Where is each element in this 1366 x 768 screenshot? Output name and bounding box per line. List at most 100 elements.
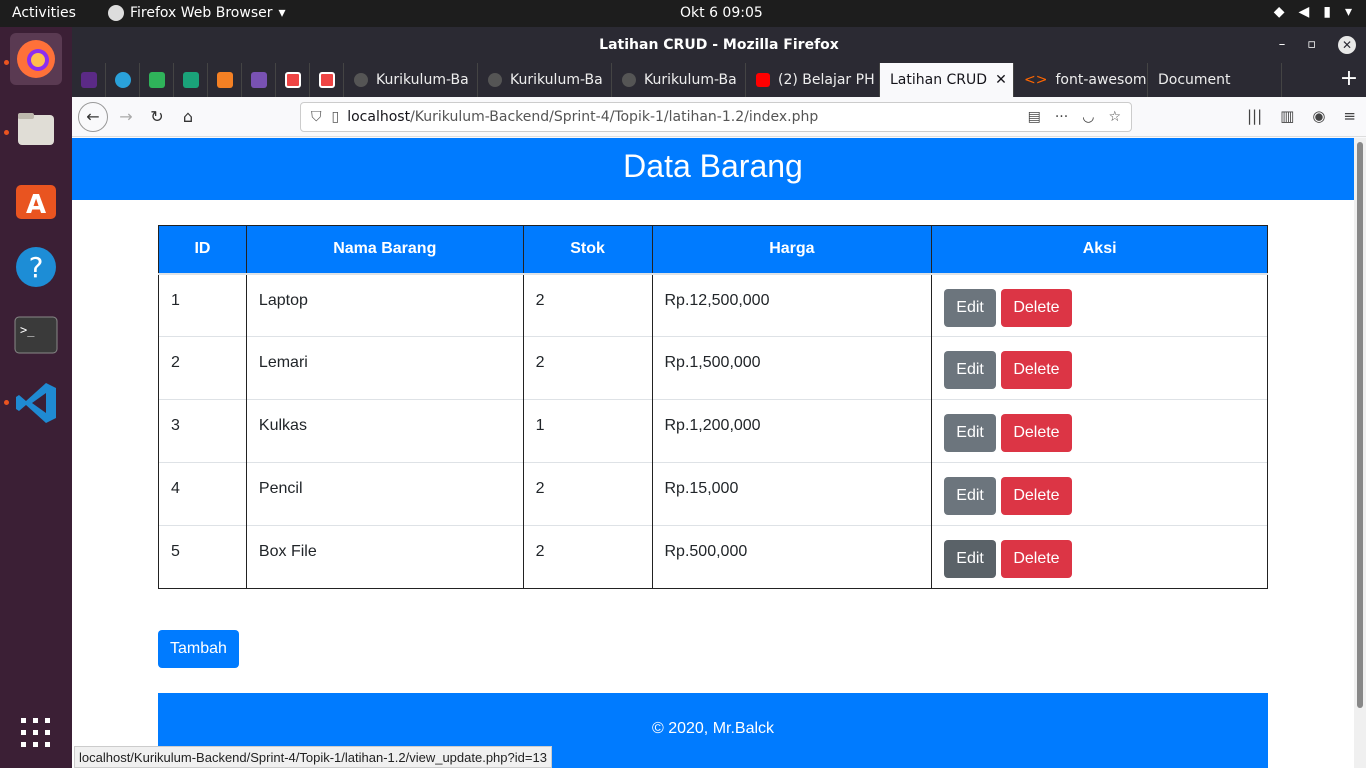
cell-harga: Rp.15,000: [651, 462, 933, 526]
cell-harga: Rp.12,500,000: [651, 273, 933, 337]
bookmark-star-icon[interactable]: ☆: [1108, 109, 1121, 125]
svg-text:>_: >_: [20, 323, 35, 337]
dock-software[interactable]: A: [10, 173, 62, 225]
pinned-tab[interactable]: [208, 63, 242, 97]
delete-button[interactable]: Delete: [1001, 477, 1072, 515]
dock-terminal[interactable]: >_: [10, 309, 62, 361]
tab-bar: Kurikulum-Ba Kurikulum-Ba Kurikulum-Ba (…: [72, 63, 1366, 97]
column-header: Aksi: [931, 225, 1268, 275]
pinned-tab[interactable]: [174, 63, 208, 97]
site-favicon-icon: [318, 72, 335, 88]
add-item-button[interactable]: Tambah: [158, 630, 239, 668]
close-tab-icon[interactable]: ✕: [995, 72, 1007, 88]
items-table: ID Nama Barang Stok Harga Aksi 1 Laptop …: [158, 225, 1268, 589]
files-icon: [18, 113, 54, 145]
table-row: 4 Pencil 2 Rp.15,000 Edit Delete: [158, 462, 1268, 526]
window-titlebar[interactable]: Latihan CRUD - Mozilla Firefox – ▫ ✕: [72, 27, 1366, 63]
edit-button[interactable]: Edit: [944, 414, 996, 452]
svg-text:A: A: [26, 190, 46, 220]
tab[interactable]: Kurikulum-Ba: [344, 63, 478, 97]
minimize-button[interactable]: –: [1279, 27, 1286, 63]
sidebar-icon[interactable]: ▥: [1280, 107, 1294, 125]
reader-view-icon[interactable]: ▤: [1028, 109, 1041, 125]
new-tab-button[interactable]: +: [1332, 63, 1366, 97]
menu-icon[interactable]: ≡: [1343, 107, 1356, 125]
pinned-tab[interactable]: [106, 63, 140, 97]
pinned-tab[interactable]: [242, 63, 276, 97]
delete-button[interactable]: Delete: [1001, 540, 1072, 578]
tab-label: font-awesome: [1055, 72, 1148, 88]
back-button[interactable]: ←: [78, 102, 108, 132]
dock-firefox[interactable]: [10, 33, 62, 85]
cell-harga: Rp.1,500,000: [651, 336, 933, 400]
edit-button[interactable]: Edit: [944, 540, 996, 578]
table-header-row: ID Nama Barang Stok Harga Aksi: [158, 225, 1268, 275]
navigation-toolbar: ← → ↻ ⌂ ⛉ ▯ localhost/Kurikulum-Backend/…: [72, 97, 1366, 137]
tab[interactable]: Document: [1148, 63, 1282, 97]
github-icon: [488, 73, 502, 87]
reload-button[interactable]: ↻: [143, 103, 171, 131]
show-applications-button[interactable]: [10, 707, 62, 759]
tab-label: Kurikulum-Ba: [644, 72, 737, 88]
more-actions-icon[interactable]: ···: [1055, 109, 1068, 125]
pinned-tab[interactable]: [140, 63, 174, 97]
cell-id: 4: [158, 462, 247, 526]
pinned-tab[interactable]: [276, 63, 310, 97]
running-indicator: [4, 130, 9, 135]
cell-aksi: Edit Delete: [931, 462, 1268, 526]
cell-nama: Box File: [245, 525, 524, 589]
svg-text:?: ?: [29, 251, 44, 284]
footer-text: © 2020, Mr.Balck: [651, 720, 775, 737]
dock-help[interactable]: ?: [10, 241, 62, 293]
tab-active[interactable]: Latihan CRUD ✕: [880, 63, 1014, 97]
edit-button[interactable]: Edit: [944, 477, 996, 515]
cell-stok: 2: [522, 462, 653, 526]
cell-stok: 1: [522, 399, 653, 463]
battery-icon: ▮: [1323, 4, 1331, 20]
tab[interactable]: <> font-awesome: [1014, 63, 1148, 97]
page-icon: ▯: [331, 109, 340, 125]
app-menu[interactable]: Firefox Web Browser ▾: [108, 5, 286, 21]
pocket-icon[interactable]: ◡: [1082, 109, 1094, 125]
library-icon[interactable]: |||: [1247, 107, 1262, 125]
url-host: localhost: [347, 109, 411, 125]
edit-button[interactable]: Edit: [944, 288, 996, 327]
edit-button[interactable]: Edit: [944, 351, 996, 389]
page-scrollbar[interactable]: [1354, 138, 1366, 768]
cell-nama: Kulkas: [245, 399, 524, 463]
activities-button[interactable]: Activities: [12, 5, 76, 21]
system-tray[interactable]: ◆ ◀ ▮ ▾: [1274, 4, 1352, 20]
tab-label: Latihan CRUD: [890, 72, 988, 88]
close-window-button[interactable]: ✕: [1338, 36, 1356, 54]
github-icon: [354, 73, 368, 87]
dock-vscode[interactable]: [10, 377, 62, 429]
cell-aksi: Edit Delete: [931, 525, 1268, 589]
pinned-tab[interactable]: [310, 63, 344, 97]
bootstrap-icon: [250, 72, 267, 88]
column-header: Stok: [522, 225, 653, 275]
delete-button[interactable]: Delete: [1001, 288, 1072, 327]
tab[interactable]: (2) Belajar PH: [746, 63, 880, 97]
dock-files[interactable]: [10, 103, 62, 155]
cell-stok: 2: [522, 525, 653, 589]
cell-stok: 2: [522, 336, 653, 400]
firefox-icon: [108, 5, 124, 21]
account-icon[interactable]: ◉: [1312, 107, 1325, 125]
delete-button[interactable]: Delete: [1001, 351, 1072, 389]
tab[interactable]: Kurikulum-Ba: [478, 63, 612, 97]
site-favicon-icon: [148, 72, 165, 88]
url-bar[interactable]: ⛉ ▯ localhost/Kurikulum-Backend/Sprint-4…: [300, 102, 1132, 132]
home-button[interactable]: ⌂: [174, 103, 202, 131]
tab[interactable]: Kurikulum-Ba: [612, 63, 746, 97]
cell-aksi: Edit Delete: [931, 399, 1268, 463]
scrollbar-thumb[interactable]: [1357, 142, 1363, 708]
delete-button[interactable]: Delete: [1001, 414, 1072, 452]
running-indicator: [4, 400, 9, 405]
forward-button[interactable]: →: [112, 103, 140, 131]
pinned-tab[interactable]: [72, 63, 106, 97]
chevron-down-icon: ▾: [1344, 4, 1352, 20]
clock[interactable]: Okt 6 09:05: [680, 5, 763, 21]
code-icon: <>: [1024, 72, 1048, 88]
maximize-button[interactable]: ▫: [1307, 27, 1316, 63]
wifi-icon: ◆: [1273, 4, 1285, 20]
